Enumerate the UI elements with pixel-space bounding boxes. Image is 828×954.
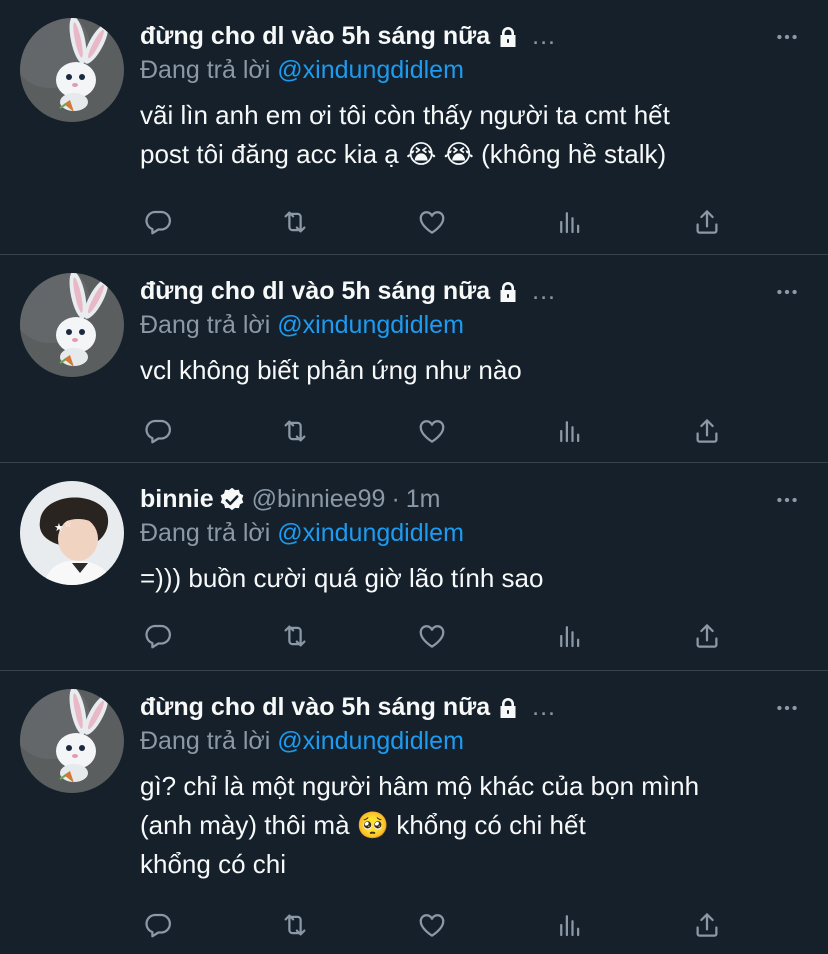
lock-icon	[496, 696, 520, 720]
header-ellipsis: ...	[532, 693, 556, 721]
separator-dot: ·	[391, 485, 400, 513]
timestamp[interactable]: 1m	[406, 485, 441, 514]
more-options-icon[interactable]	[774, 24, 800, 50]
analytics-icon[interactable]	[552, 204, 588, 240]
share-icon[interactable]	[689, 204, 725, 240]
rabbit-avatar-image	[20, 18, 124, 122]
replying-to: Đang trả lời @xindungdidlem	[140, 727, 464, 756]
reply-prefix: Đang trả lời	[140, 727, 271, 755]
tweet-actions	[140, 618, 730, 654]
display-name[interactable]: binnie	[140, 485, 214, 514]
reply-icon[interactable]	[140, 413, 176, 449]
header-ellipsis: ...	[532, 22, 556, 50]
replying-to: Đang trả lời @xindungdidlem	[140, 519, 464, 548]
like-icon[interactable]	[414, 907, 450, 943]
share-icon[interactable]	[689, 618, 725, 654]
tweet-text: vcl không biết phản ứng như nào	[140, 355, 522, 385]
share-icon[interactable]	[689, 907, 725, 943]
analytics-icon[interactable]	[552, 618, 588, 654]
display-name[interactable]: đừng cho dl vào 5h sáng nữa	[140, 277, 490, 306]
avatar[interactable]	[20, 18, 124, 122]
tweet-header: đừng cho dl vào 5h sáng nữa ...	[140, 277, 556, 306]
reply-handle-link[interactable]: @xindungdidlem	[277, 519, 464, 547]
tweet-actions	[140, 204, 730, 240]
person-avatar-image	[20, 481, 124, 585]
reply-prefix: Đang trả lời	[140, 519, 271, 547]
tweet-header: binnie @binniee99 · 1m	[140, 485, 441, 514]
retweet-icon[interactable]	[277, 413, 313, 449]
more-options-icon[interactable]	[774, 487, 800, 513]
more-options-icon[interactable]	[774, 279, 800, 305]
avatar[interactable]	[20, 481, 124, 585]
lock-icon	[496, 280, 520, 304]
like-icon[interactable]	[414, 618, 450, 654]
like-icon[interactable]	[414, 204, 450, 240]
tweet-actions	[140, 907, 730, 943]
lock-icon	[496, 25, 520, 49]
rabbit-avatar-image	[20, 689, 124, 793]
avatar[interactable]	[20, 689, 124, 793]
tweet[interactable]: binnie @binniee99 · 1m Đang trả lời @xin…	[0, 463, 828, 671]
tweet-text: vãi lìn anh em ơi tôi còn thấy người ta …	[140, 100, 670, 169]
display-name[interactable]: đừng cho dl vào 5h sáng nữa	[140, 22, 490, 51]
retweet-icon[interactable]	[277, 907, 313, 943]
avatar[interactable]	[20, 273, 124, 377]
reply-handle-link[interactable]: @xindungdidlem	[277, 727, 464, 755]
replying-to: Đang trả lời @xindungdidlem	[140, 56, 464, 85]
tweet[interactable]: đừng cho dl vào 5h sáng nữa ... Đang trả…	[0, 671, 828, 954]
tweet[interactable]: đừng cho dl vào 5h sáng nữa ... Đang trả…	[0, 0, 828, 255]
retweet-icon[interactable]	[277, 204, 313, 240]
retweet-icon[interactable]	[277, 618, 313, 654]
reply-prefix: Đang trả lời	[140, 311, 271, 339]
reply-icon[interactable]	[140, 204, 176, 240]
reply-prefix: Đang trả lời	[140, 56, 271, 84]
tweet[interactable]: đừng cho dl vào 5h sáng nữa ... Đang trả…	[0, 255, 828, 463]
tweet-actions	[140, 413, 730, 449]
tweet-header: đừng cho dl vào 5h sáng nữa ...	[140, 693, 556, 722]
analytics-icon[interactable]	[552, 413, 588, 449]
verified-badge-icon	[218, 486, 246, 514]
display-name[interactable]: đừng cho dl vào 5h sáng nữa	[140, 693, 490, 722]
analytics-icon[interactable]	[552, 907, 588, 943]
reply-handle-link[interactable]: @xindungdidlem	[277, 56, 464, 84]
like-icon[interactable]	[414, 413, 450, 449]
reply-icon[interactable]	[140, 618, 176, 654]
user-handle[interactable]: @binniee99	[252, 485, 386, 514]
reply-icon[interactable]	[140, 907, 176, 943]
tweet-header: đừng cho dl vào 5h sáng nữa ...	[140, 22, 556, 51]
reply-handle-link[interactable]: @xindungdidlem	[277, 311, 464, 339]
header-ellipsis: ...	[532, 277, 556, 305]
tweet-text: gì? chỉ là một người hâm mộ khác của bọn…	[140, 771, 700, 879]
tweet-text: =))) buồn cười quá giờ lão tính sao	[140, 563, 544, 593]
rabbit-avatar-image	[20, 273, 124, 377]
more-options-icon[interactable]	[774, 695, 800, 721]
replying-to: Đang trả lời @xindungdidlem	[140, 311, 464, 340]
share-icon[interactable]	[689, 413, 725, 449]
